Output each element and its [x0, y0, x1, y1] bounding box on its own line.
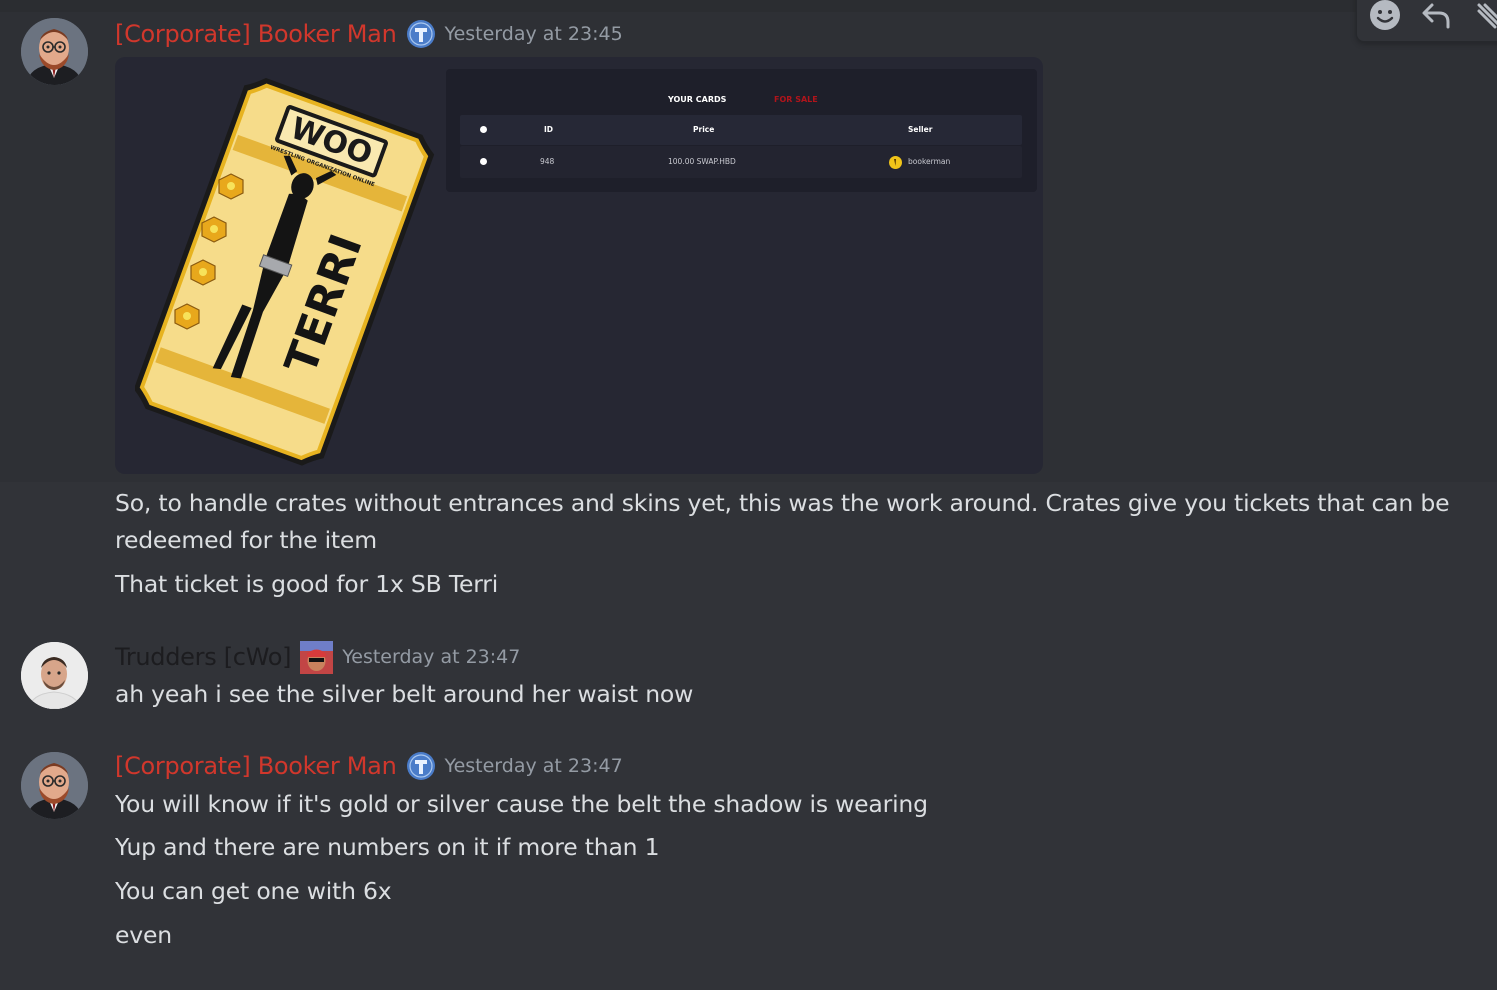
author-avatar[interactable]: [21, 18, 88, 85]
image-attachment[interactable]: WOO WRESTLING ORGANIZATION ONLINE TERRI …: [115, 57, 1043, 474]
reply-icon[interactable]: [1419, 0, 1455, 33]
message-text: even: [115, 921, 172, 949]
message-timestamp[interactable]: Yesterday at 23:47: [342, 646, 520, 668]
add-reaction-icon[interactable]: [1367, 0, 1403, 33]
market-panel: YOUR CARDS FOR SALE ID Price Seller 948 …: [446, 69, 1037, 192]
more-icon[interactable]: [1471, 0, 1497, 33]
message-text: redeemed for the item: [115, 526, 377, 554]
column-header-seller: Seller: [908, 125, 933, 134]
message-text: ah yeah i see the silver belt around her…: [115, 680, 694, 708]
message-text: So, to handle crates without entrances a…: [115, 489, 1450, 517]
row-id: 948: [540, 157, 555, 166]
message-timestamp[interactable]: Yesterday at 23:47: [445, 755, 623, 777]
table-row[interactable]: 948 100.00 SWAP.HBD bookerman: [460, 146, 1022, 178]
author-avatar[interactable]: [21, 752, 88, 819]
channel-top-strip: [0, 0, 1497, 12]
tab-for-sale[interactable]: FOR SALE: [774, 95, 818, 104]
message-text: You will know if it's gold or silver cau…: [115, 790, 928, 818]
role-image-icon[interactable]: [300, 640, 334, 674]
author-name[interactable]: [Corporate] Booker Man: [115, 752, 397, 780]
message-header: [Corporate] Booker Man Yesterday at 23:4…: [115, 18, 623, 50]
row-seller: bookerman: [908, 157, 951, 166]
tab-your-cards[interactable]: YOUR CARDS: [668, 95, 726, 104]
seller-avatar-icon: [889, 156, 902, 169]
select-all-dot[interactable]: [480, 126, 487, 133]
message-text: You can get one with 6x: [115, 877, 392, 905]
row-price: 100.00 SWAP.HBD: [668, 157, 736, 166]
hammer-role-icon[interactable]: [406, 751, 436, 781]
message-header: [Corporate] Booker Man Yesterday at 23:4…: [115, 750, 623, 782]
ticket-card-image: WOO WRESTLING ORGANIZATION ONLINE TERRI: [135, 77, 435, 466]
author-avatar[interactable]: [21, 642, 88, 709]
author-name[interactable]: Trudders [cWo]: [115, 643, 291, 671]
market-table-header: ID Price Seller: [460, 115, 1022, 145]
message-actions-toolbar: [1356, 0, 1497, 42]
message-text: That ticket is good for 1x SB Terri: [115, 570, 499, 598]
column-header-price: Price: [693, 125, 715, 134]
message-text: Yup and there are numbers on it if more …: [115, 833, 660, 861]
author-name[interactable]: [Corporate] Booker Man: [115, 20, 397, 48]
row-select-dot[interactable]: [480, 158, 487, 165]
column-header-id: ID: [544, 125, 554, 134]
message-timestamp[interactable]: Yesterday at 23:45: [445, 23, 623, 45]
hammer-role-icon[interactable]: [406, 19, 436, 49]
message-header: Trudders [cWo] Yesterday at 23:47: [115, 640, 520, 674]
